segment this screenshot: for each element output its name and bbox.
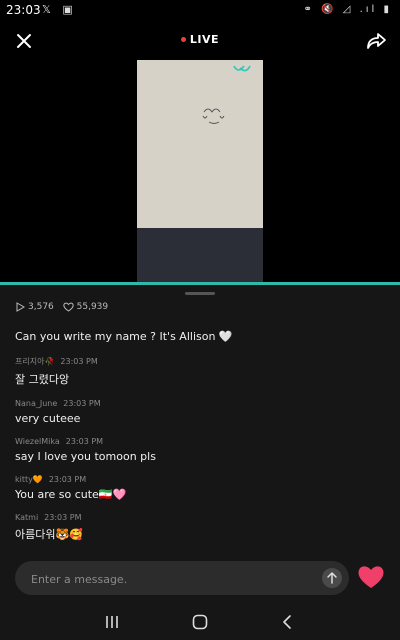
back-icon — [283, 615, 291, 629]
system-nav-bar — [0, 602, 400, 640]
live-video[interactable] — [0, 60, 400, 282]
likes-count: 55,939 — [76, 302, 109, 312]
notification-icons: 𝕏 ▣ — [42, 3, 77, 16]
chat-username[interactable]: WiezelMika — [15, 437, 60, 446]
drag-handle[interactable] — [185, 292, 215, 295]
live-dot-icon — [180, 36, 186, 42]
chat-username[interactable]: kitty🧡 — [15, 475, 43, 484]
chat-timestamp: 23:03 PM — [63, 399, 101, 408]
chat-message-text: 아름다워🐯🥰 — [15, 528, 83, 541]
chat-timestamp: 23:03 PM — [60, 357, 98, 366]
system-status-icons: ⚭ 🔇 ◿ .ıl ▮ — [303, 4, 392, 15]
chat-username[interactable]: 프리지아🥀 — [15, 357, 54, 366]
chat-message-text: Can you write my name ? It's Allison 🤍 — [15, 330, 233, 343]
arrow-up-icon — [327, 572, 337, 584]
live-label: LIVE — [189, 33, 220, 46]
message-input-bar — [15, 561, 349, 595]
chat-message-text: say I love you tomoon pls — [15, 450, 156, 463]
chat-message: WiezelMika 23:03 PM say I love you tomoon… — [15, 437, 385, 463]
video-drawing-paper — [137, 60, 263, 228]
heart-outline-icon — [63, 302, 74, 312]
video-background — [137, 228, 263, 282]
live-badge: LIVE — [0, 33, 400, 46]
plays-count: 3,576 — [28, 302, 54, 312]
recents-icon — [106, 616, 118, 628]
chat-message-text: You are so cute🇮🇷🩷 — [15, 488, 127, 501]
chat-message-text: 잘 그렸다앙 — [15, 373, 70, 386]
status-bar: 23:03 𝕏 ▣ ⚭ 🔇 ◿ .ıl ▮ — [0, 0, 400, 22]
play-icon — [16, 302, 25, 312]
likes-stat: 55,939 — [63, 302, 109, 312]
chat-message-text: very cuteee — [15, 412, 81, 425]
home-icon — [192, 614, 208, 630]
chat-message: 프리지아🥀 23:03 PM 잘 그렸다앙 — [15, 356, 385, 387]
status-time: 23:03 — [6, 3, 41, 17]
heart-button[interactable] — [357, 564, 385, 590]
chat-username[interactable]: Katmi — [15, 513, 38, 522]
chat-message: Katmi 23:03 PM 아름다워🐯🥰 — [15, 513, 385, 542]
nav-back-button[interactable] — [277, 612, 297, 632]
chat-message: kitty🧡 23:03 PM You are so cute🇮🇷🩷 — [15, 475, 385, 501]
chat-timestamp: 23:03 PM — [44, 513, 82, 522]
share-button[interactable] — [364, 28, 388, 52]
drawing-doodle — [202, 65, 251, 124]
chat-message: Nana_June 23:03 PM very cuteee — [15, 399, 385, 425]
send-button[interactable] — [322, 568, 342, 588]
nav-recents-button[interactable] — [102, 612, 122, 632]
chat-username[interactable]: Nana_June — [15, 399, 57, 408]
nav-home-button[interactable] — [190, 612, 210, 632]
chat-timestamp: 23:03 PM — [48, 475, 87, 484]
plays-stat: 3,576 — [15, 302, 54, 312]
share-icon — [367, 33, 386, 49]
message-input[interactable] — [29, 568, 303, 590]
chat-timestamp: 23:03 PM — [65, 437, 104, 446]
chat-list[interactable]: Can you write my name ? It's Allison 🤍 프… — [15, 330, 385, 554]
live-header: LIVE — [0, 22, 400, 60]
stream-stats: 3,576 55,939 — [15, 302, 114, 315]
heart-icon — [358, 566, 384, 588]
progress-accent-line — [0, 282, 400, 285]
